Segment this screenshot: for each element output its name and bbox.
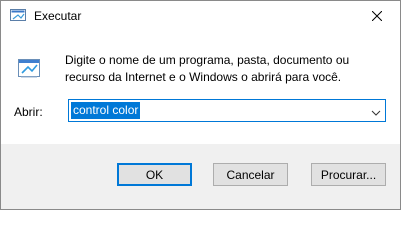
instruction-line-1: Digite o nome de um programa, pasta, doc… [65,53,350,67]
open-combobox[interactable]: control color [68,99,386,122]
close-button[interactable] [354,1,400,31]
button-bar: OK Cancelar Procurar... [1,144,400,209]
chevron-down-icon[interactable] [371,106,381,116]
close-icon [372,11,382,21]
run-dialog-window: Executar Digite o nome de um programa, p… [0,0,401,210]
open-label: Abrir: [14,105,43,119]
open-input[interactable]: control color [71,102,141,119]
ok-button[interactable]: OK [117,163,192,186]
instruction-line-2: recurso da Internet e o Windows o abrirá… [65,70,342,84]
run-app-icon [10,9,26,23]
title-bar[interactable]: Executar [1,1,400,31]
instruction-text: Digite o nome de um programa, pasta, doc… [65,52,385,86]
run-dialog-icon [17,58,41,80]
window-title: Executar [34,9,82,23]
browse-button[interactable]: Procurar... [311,163,386,186]
cancel-button[interactable]: Cancelar [213,163,288,186]
